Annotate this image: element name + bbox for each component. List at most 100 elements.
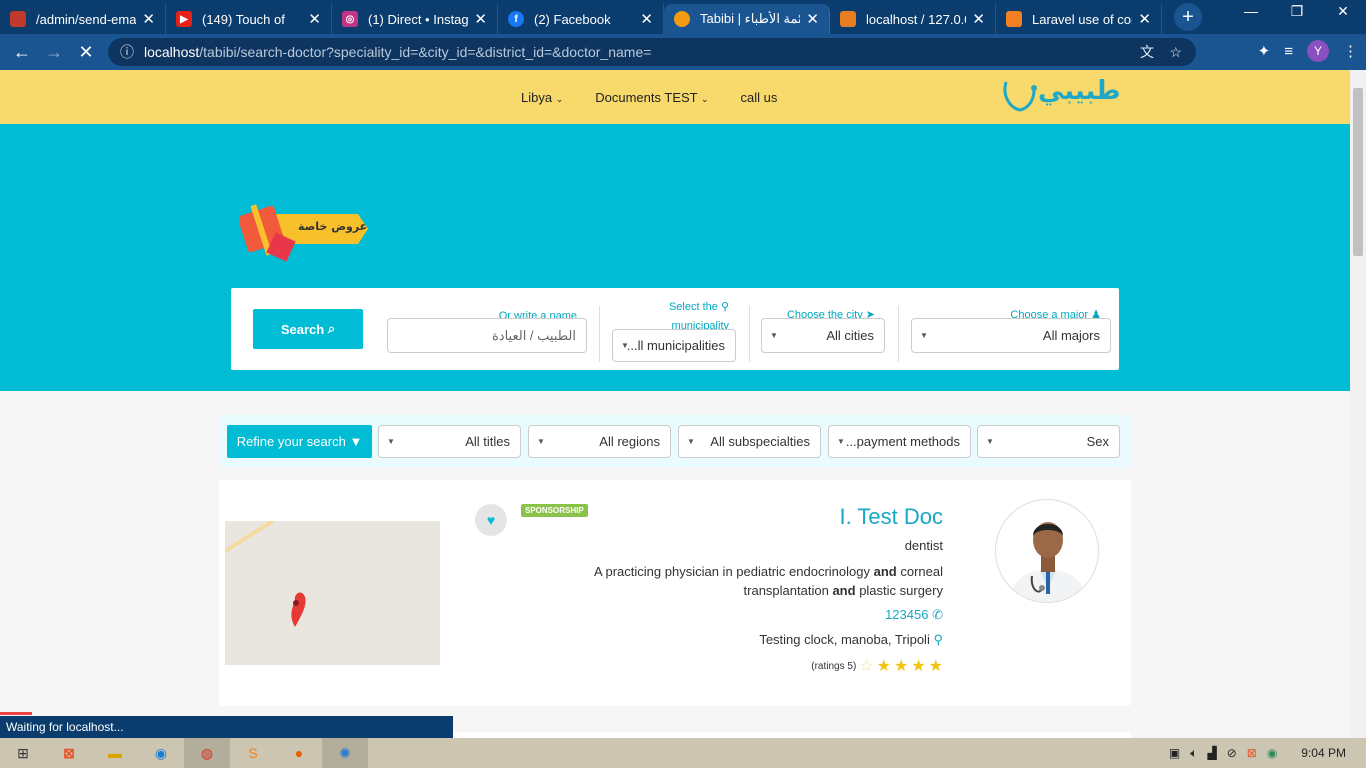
edge-browser-icon[interactable]: ◉ — [138, 738, 184, 768]
tab-instagram[interactable]: ◎ (1) Direct • Instagram ✕ — [332, 4, 498, 34]
tab-phpmyadmin[interactable]: localhost / 127.0.0.1 ✕ — [830, 4, 996, 34]
chrome-browser-icon[interactable]: ◍ — [184, 738, 230, 768]
doctor-phone[interactable]: 123456 ✆ — [885, 607, 943, 623]
major-value: All majors — [1042, 328, 1100, 343]
major-select[interactable]: ▼ All majors — [911, 318, 1111, 353]
close-icon[interactable]: ✕ — [142, 10, 155, 28]
label-line: Select the — [668, 301, 718, 313]
url-field[interactable]: ⓘ localhost/tabibi/search-doctor?special… — [108, 38, 1196, 66]
search-panel: Search ⌕ Or write a name الطبيب / العياد… — [231, 288, 1124, 370]
scrollbar-thumb[interactable] — [1353, 88, 1363, 256]
volume-icon[interactable]: 🔈︎ — [1190, 746, 1197, 761]
filter-icon: ▼ — [349, 434, 363, 449]
close-icon[interactable]: ✕ — [806, 10, 819, 28]
logo-text: طبيبي — [1038, 76, 1121, 106]
site-logo[interactable]: طبيبي — [1003, 76, 1121, 112]
doctor-name[interactable]: I. Test Doc — [839, 504, 943, 530]
wifi-signal-icon[interactable]: ▟ — [1207, 746, 1216, 760]
extensions-icon[interactable]: ✦ — [1258, 42, 1271, 60]
doctor-avatar[interactable] — [995, 499, 1099, 603]
vscode-debug-icon[interactable]: ✺ — [322, 738, 368, 768]
caret-down-icon: ▼ — [387, 437, 395, 446]
doctor-specialty: dentist — [904, 538, 943, 553]
firefox-icon[interactable]: ● — [276, 738, 322, 768]
regions-select[interactable]: ▼ All regions — [528, 425, 671, 458]
payment-methods-select[interactable]: ▼ ...payment methods — [828, 425, 971, 458]
subspecialties-select[interactable]: ▼ All subspecialties — [678, 425, 821, 458]
new-tab-button[interactable]: + — [1174, 3, 1202, 31]
tab-title: localhost / 127.0.0.1 — [866, 11, 966, 27]
tab-facebook[interactable]: f (2) Facebook ✕ — [498, 4, 664, 34]
stop-loading-icon[interactable]: ✕ — [70, 42, 102, 63]
tab-tabibi[interactable]: Tabibi | قائمة الأطباء ✕ — [664, 4, 830, 34]
regions-value: All regions — [599, 434, 660, 449]
name-placeholder: الطبيب / العيادة — [491, 327, 576, 343]
close-icon[interactable]: ✕ — [972, 10, 985, 28]
sex-select[interactable]: ▼ Sex — [977, 425, 1120, 458]
forward-icon[interactable]: → — [38, 42, 70, 63]
close-icon[interactable]: ✕ — [1138, 10, 1151, 28]
special-offers-banner[interactable]: عروض خاصة — [237, 196, 370, 262]
close-icon[interactable]: ✕ — [474, 10, 487, 28]
titles-select[interactable]: ▼ All titles — [378, 425, 521, 458]
menu-call-us[interactable]: call us — [741, 90, 778, 105]
refine-search-button[interactable]: Refine your search ▼ — [227, 425, 372, 458]
menu-label: Libya — [521, 90, 553, 105]
xampp-tray-icon[interactable]: ⊠ — [1247, 746, 1257, 760]
close-icon[interactable]: ✕ — [308, 10, 321, 28]
info-icon[interactable]: ⓘ — [120, 42, 134, 62]
search-button[interactable]: Search ⌕ — [253, 309, 363, 349]
location-pin-icon: ⚲ — [933, 632, 943, 647]
desc-part: plastic surgery — [859, 583, 943, 598]
tab-admin-send-email[interactable]: /admin/send-email ✕ — [0, 4, 166, 34]
xampp-icon[interactable]: ⊠ — [46, 738, 92, 768]
city-select[interactable]: ▼ All cities — [761, 318, 885, 353]
back-icon[interactable]: ← — [6, 42, 38, 63]
doctor-description: A practicing physician in pediatric endo… — [563, 562, 943, 600]
menu-documents[interactable]: Documents TEST ⌄ — [595, 90, 708, 105]
tab-stackoverflow[interactable]: Laravel use of conc ✕ — [996, 4, 1162, 34]
caret-down-icon: ▼ — [687, 437, 695, 446]
map-graphic — [225, 521, 306, 627]
restore-icon[interactable]: ❐ — [1274, 0, 1320, 22]
address-bar-row: ← → ✕ ⓘ localhost/tabibi/search-doctor?s… — [0, 34, 1366, 70]
menu-libya[interactable]: Libya ⌄ — [521, 90, 563, 105]
windows-start-icon[interactable]: ⊞ — [0, 738, 46, 768]
star-filled-icon: ★ — [911, 658, 926, 675]
close-window-icon[interactable]: ✕ — [1320, 0, 1366, 22]
file-explorer-icon[interactable]: ▬ — [92, 738, 138, 768]
profile-avatar[interactable]: Y — [1307, 40, 1329, 62]
no-network-icon[interactable]: ⊘ — [1227, 746, 1237, 760]
desc-and: and — [832, 583, 856, 598]
municipality-select[interactable]: ▼ ll municipalities... — [612, 329, 736, 362]
clock[interactable]: 9:04 PM — [1301, 746, 1346, 760]
page-favicon-icon — [10, 11, 26, 27]
minimize-icon[interactable]: — — [1228, 0, 1274, 22]
tab-title: (2) Facebook — [534, 11, 611, 27]
menu-kebab-icon[interactable]: ⋮ — [1343, 42, 1358, 60]
close-icon[interactable]: ✕ — [640, 10, 653, 28]
sponsorship-badge: SPONSORSHIP — [521, 504, 588, 517]
page-scrollbar[interactable] — [1350, 70, 1366, 738]
status-bar: Waiting for localhost... — [0, 712, 453, 738]
doctor-name-input[interactable]: الطبيب / العيادة — [387, 318, 587, 353]
caret-down-icon: ▼ — [537, 437, 545, 446]
network-wired-icon[interactable]: ▣ — [1169, 746, 1180, 760]
favorite-heart-icon[interactable]: ♥ — [475, 504, 507, 536]
tab-title: /admin/send-email — [36, 11, 137, 27]
globe-tray-icon[interactable]: ◉ — [1267, 746, 1277, 760]
doctor-rating: (ratings 5) ☆ ★ ★ ★ ★ — [811, 656, 943, 676]
tab-youtube[interactable]: ▶ (149) Touch of ✕ — [166, 4, 332, 34]
star-filled-icon: ★ — [928, 658, 943, 675]
doctor-address: Testing clock, manoba, Tripoli ⚲ — [759, 632, 943, 648]
filter-bar: Refine your search ▼ ▼ All titles ▼ All re… — [219, 415, 1131, 467]
media-control-icon[interactable]: ≡ — [1284, 43, 1293, 60]
desc-part: A practicing physician in pediatric endo… — [593, 564, 870, 579]
translate-icon[interactable]: 文 — [1140, 42, 1154, 62]
bookmark-star-icon[interactable]: ☆ — [1169, 44, 1182, 61]
ratings-count: (ratings 5) — [811, 660, 857, 672]
sublime-text-icon[interactable]: S — [230, 738, 276, 768]
location-map[interactable] — [225, 521, 440, 665]
main-menu: Libya ⌄ Documents TEST ⌄ call us — [521, 90, 777, 105]
phpmyadmin-icon — [840, 11, 856, 27]
